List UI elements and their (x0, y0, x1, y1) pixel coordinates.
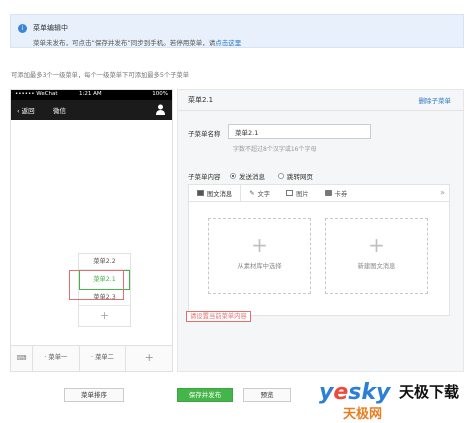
radio-send-message[interactable]: 发送消息 (230, 171, 265, 181)
submenu-editor-panel: 菜单2.1 删除子菜单 子菜单名称 字数不超过8个汉字或16个字母 子菜单内容 … (177, 89, 464, 372)
plus-icon: + (251, 233, 268, 257)
phone-preview: •••••• WeChat 1:21 AM 100% ‹ 返回 微信 菜单2.2… (10, 89, 173, 372)
content-tabs: 图文消息 ✎ 文字 图片 卡券 » (189, 185, 449, 202)
menu-bar: ⌨ · 菜单一 · 菜单二 + (11, 345, 172, 371)
status-bar: •••••• WeChat 1:21 AM 100% (11, 90, 172, 100)
image-icon (286, 190, 294, 196)
card-label: 新建图文消息 (357, 263, 396, 270)
notice-text: 菜单未发布，可点击“保存并发布”同步到手机。若停用菜单，请 (33, 39, 216, 47)
tab-card[interactable]: 卡券 (317, 185, 356, 201)
battery: 100% (152, 91, 168, 97)
svg-text:天极下载: 天极下载 (399, 383, 459, 401)
chat-title-bar: ‹ 返回 微信 (11, 100, 172, 120)
keyboard-icon[interactable]: ⌨ (11, 346, 33, 371)
radio-dot (278, 173, 284, 179)
submenu-name-input[interactable] (228, 124, 371, 139)
svg-text:yesky: yesky (319, 380, 392, 405)
yesky-watermark-logo: yesky 天极下载 天极网 (319, 380, 459, 422)
news-icon (197, 190, 204, 196)
panel-title: 菜单2.1 (188, 96, 214, 104)
notice-banner: i 菜单编辑中 菜单未发布，可点击“保存并发布”同步到手机。若停用菜单，请点击这… (10, 14, 464, 48)
tab-text[interactable]: ✎ 文字 (241, 185, 278, 201)
radio-jump-url[interactable]: 跳转网页 (278, 171, 313, 181)
pen-icon: ✎ (249, 189, 255, 197)
radio-dot (230, 173, 236, 179)
new-news-card[interactable]: + 新建图文消息 (325, 218, 428, 294)
content-editor: 图文消息 ✎ 文字 图片 卡券 » + 从素材库中选择 + 新建图文消息 (188, 184, 450, 316)
submenu-item[interactable]: 菜单2.2 (79, 254, 130, 270)
clock: 1:21 AM (79, 91, 102, 97)
info-icon: i (18, 24, 27, 33)
notice-link[interactable]: 点击这里 (215, 39, 241, 47)
delete-submenu-link[interactable]: 删除子菜单 (419, 95, 452, 105)
svg-text:天极网: 天极网 (343, 406, 382, 422)
add-submenu-button[interactable]: + (79, 306, 130, 326)
menu-tab-2[interactable]: · 菜单二 (80, 346, 127, 371)
select-from-library-card[interactable]: + 从素材库中选择 (208, 218, 311, 294)
tab-news[interactable]: 图文消息 (189, 185, 242, 201)
notice-body: 菜单未发布，可点击“保存并发布”同步到手机。若停用菜单，请点击这里 (33, 37, 241, 47)
menu-tab-1[interactable]: · 菜单一 (33, 346, 80, 371)
notice-title: 菜单编辑中 (33, 24, 68, 32)
menu-limit-hint: 可添加最多3个一级菜单，每个一级菜单下可添加最多5个子菜单 (11, 72, 190, 79)
card-label: 从素材库中选择 (237, 263, 282, 270)
tab-image[interactable]: 图片 (278, 185, 317, 201)
back-button[interactable]: ‹ 返回 (17, 105, 35, 115)
plus-icon: + (368, 233, 385, 257)
account-name: 微信 (53, 107, 66, 115)
more-icon[interactable]: » (440, 188, 445, 197)
user-icon[interactable] (156, 104, 165, 115)
error-message: 请设置当前菜单内容 (186, 311, 251, 322)
card-icon (324, 190, 332, 196)
name-label: 子菜单名称 (188, 130, 221, 138)
content-label: 子菜单内容 (188, 173, 221, 181)
divider (178, 110, 463, 111)
preview-button[interactable]: 预览 (243, 388, 291, 402)
sort-menu-button[interactable]: 菜单排序 (64, 388, 124, 402)
selected-outline (69, 270, 124, 300)
save-publish-button[interactable]: 保存并发布 (177, 388, 233, 402)
name-hint: 字数不超过8个汉字或16个字母 (233, 146, 317, 153)
carrier: •••••• WeChat (15, 91, 58, 97)
add-menu-button[interactable]: + (126, 346, 172, 371)
